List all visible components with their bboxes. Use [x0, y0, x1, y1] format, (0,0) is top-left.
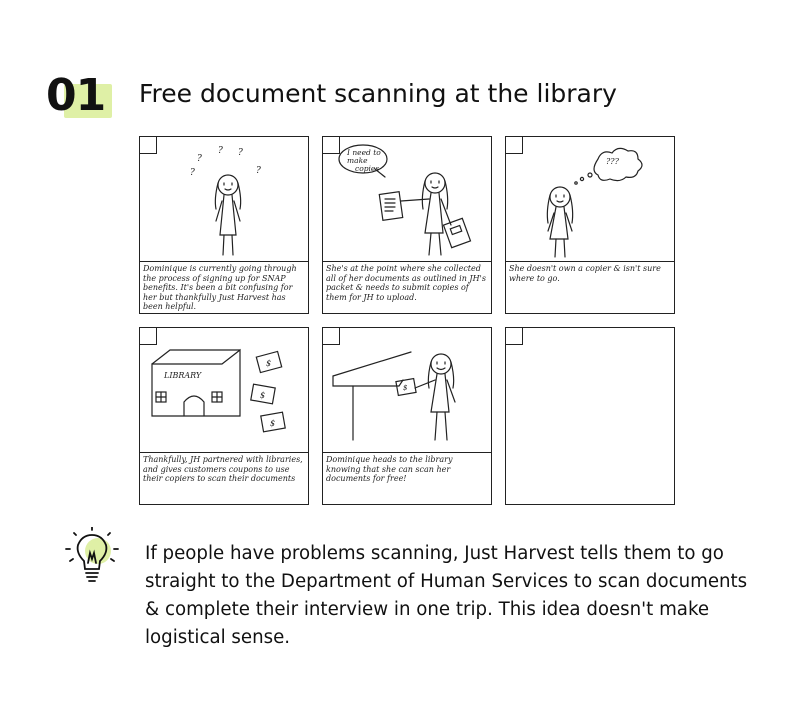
coupon-symbol: $: [270, 419, 275, 428]
thought-bubble-text: ???: [606, 157, 620, 166]
section-number-text: 01: [46, 70, 106, 121]
coupon-symbol: $: [266, 359, 271, 368]
question-mark: ?: [218, 146, 223, 156]
question-mark: ?: [238, 148, 243, 158]
speech-bubble-text: I need to make copies: [346, 148, 383, 173]
storyboard-panel-4: LIBRARY $ $ $ Thankfully, JH partnered w…: [139, 327, 309, 505]
panel-caption: She doesn't own a copier & isn't sure wh…: [509, 264, 661, 283]
coupon-symbol: $: [260, 391, 265, 400]
question-mark: ?: [256, 166, 261, 176]
coupon-symbol: $: [403, 384, 408, 392]
section-number: 01: [46, 70, 116, 122]
panel-caption: She's at the point where she collected a…: [326, 264, 486, 302]
storyboard-panel-2: I need to make copies She's at the point…: [322, 136, 492, 314]
storyboard-panel-5: $ Dominique heads to the library knowing…: [322, 327, 492, 505]
storyboard-panel-1: ? ? ? ? ? Dominique is currently going t…: [139, 136, 309, 314]
panel-3-drawing: ???: [546, 147, 643, 258]
storyboard-panel-6: [505, 327, 675, 505]
question-mark: ?: [190, 168, 195, 178]
question-mark: ?: [197, 154, 202, 164]
panel-caption: Dominique heads to the library knowing t…: [326, 455, 453, 483]
lightbulb-icon: [65, 527, 119, 582]
section-title: Free document scanning at the library: [139, 79, 617, 108]
tip-text: If people have problems scanning, Just H…: [145, 543, 748, 648]
panel-caption: Thankfully, JH partnered with libraries,…: [143, 455, 303, 483]
storyboard-panel-3: ??? She doesn't own a copier & isn't sur…: [505, 136, 675, 314]
panel-caption: Dominique is currently going through the…: [143, 264, 297, 311]
library-sign: LIBRARY: [163, 371, 202, 380]
panel-corner: [506, 328, 523, 345]
